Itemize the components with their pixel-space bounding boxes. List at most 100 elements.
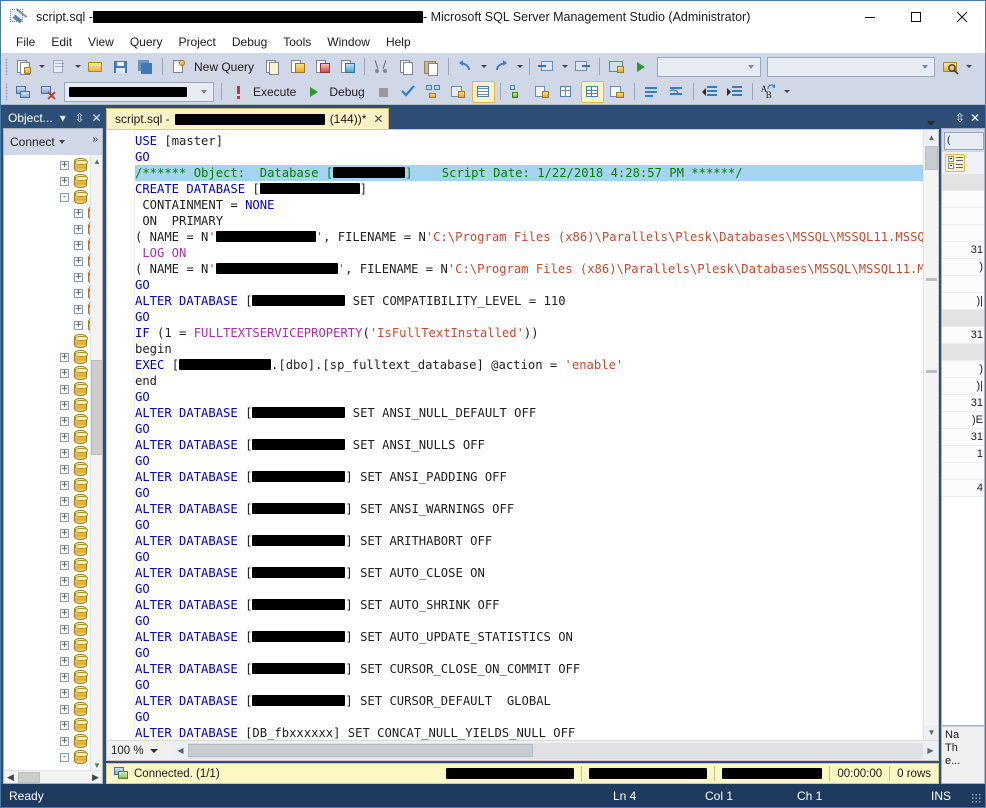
tree-node[interactable]: + bbox=[4, 509, 102, 525]
decrease-indent-icon[interactable] bbox=[699, 81, 722, 103]
new-project-dropdown-icon[interactable] bbox=[36, 56, 47, 78]
expand-icon[interactable]: + bbox=[74, 224, 83, 234]
connect-icon[interactable] bbox=[12, 81, 35, 103]
expand-icon[interactable]: + bbox=[60, 512, 69, 522]
scrollbar-thumb[interactable] bbox=[91, 360, 102, 455]
expand-icon[interactable]: + bbox=[74, 240, 83, 250]
code-line[interactable]: GO bbox=[135, 149, 938, 165]
property-row[interactable]: )E bbox=[942, 412, 984, 429]
properties-combo[interactable]: ( bbox=[944, 131, 984, 150]
query-options-icon[interactable] bbox=[447, 81, 470, 103]
expand-icon[interactable]: + bbox=[74, 304, 83, 314]
overflow-icon[interactable] bbox=[782, 81, 793, 103]
chevron-down-icon[interactable] bbox=[197, 89, 211, 94]
editor-vertical-scrollbar[interactable]: ▲ ▼ bbox=[923, 130, 938, 740]
results-to-grid-icon[interactable] bbox=[580, 80, 604, 103]
code-line[interactable]: ALTER DATABASE [] SET ARITHABORT OFF bbox=[135, 533, 938, 549]
property-row[interactable]: )| bbox=[942, 293, 984, 310]
tree-node[interactable]: + bbox=[4, 477, 102, 493]
expand-icon[interactable]: + bbox=[60, 160, 69, 170]
tree-node[interactable]: + bbox=[4, 717, 102, 733]
minimize-button[interactable] bbox=[847, 1, 893, 32]
collapse-icon[interactable]: - bbox=[60, 752, 69, 762]
expand-icon[interactable]: + bbox=[74, 272, 83, 282]
tree-node[interactable]: + bbox=[4, 653, 102, 669]
include-actual-plan-icon[interactable] bbox=[471, 80, 495, 103]
property-row[interactable] bbox=[942, 174, 984, 191]
code-line[interactable]: IF (1 = FULLTEXTSERVICEPROPERTY('IsFullT… bbox=[135, 325, 938, 341]
new-item-icon[interactable] bbox=[48, 56, 71, 78]
tree-node[interactable]: + bbox=[4, 733, 102, 749]
expand-icon[interactable]: + bbox=[60, 608, 69, 618]
scrollbar-thumb[interactable] bbox=[18, 771, 40, 783]
toolbar-combo-2[interactable] bbox=[767, 56, 936, 77]
scroll-right-icon[interactable]: ▶ bbox=[89, 771, 102, 784]
menu-item-query[interactable]: Query bbox=[122, 33, 171, 52]
connect-dropdown-label[interactable]: Connect bbox=[10, 135, 55, 149]
tree-node[interactable]: + bbox=[4, 541, 102, 557]
property-row[interactable]: ) bbox=[942, 361, 984, 378]
tree-node[interactable]: + bbox=[4, 413, 102, 429]
navigate-backward-icon[interactable] bbox=[535, 56, 558, 78]
execute-marker-icon[interactable] bbox=[227, 81, 250, 103]
chevron-down-icon[interactable] bbox=[149, 748, 158, 753]
code-surface[interactable]: USE [master] GO/****** Object: Database [… bbox=[107, 130, 938, 740]
new-item-dropdown-icon[interactable] bbox=[72, 56, 83, 78]
object-explorer-tree[interactable]: + + - + + + + + + + + + + + + + + + + + + + + + + + + + + + + + + + + + - ▲ … bbox=[3, 155, 103, 784]
tab-script-sql[interactable]: script.sql - (144))* ✕ bbox=[106, 108, 390, 129]
expand-icon[interactable]: + bbox=[60, 560, 69, 570]
redo-icon[interactable] bbox=[490, 56, 513, 78]
menu-item-project[interactable]: Project bbox=[171, 33, 224, 52]
tree-node[interactable]: + bbox=[4, 301, 102, 317]
spell-check-icon[interactable]: A B bbox=[758, 81, 781, 103]
chevron-down-icon[interactable]: ▾ bbox=[56, 111, 69, 125]
menu-item-window[interactable]: Window bbox=[319, 33, 378, 52]
property-row[interactable] bbox=[942, 463, 984, 480]
expand-icon[interactable]: + bbox=[60, 720, 69, 730]
scroll-left-icon[interactable]: ◀ bbox=[4, 771, 17, 784]
new-analysis-query-icon[interactable] bbox=[261, 56, 284, 78]
code-line[interactable]: ALTER DATABASE [] SET AUTO_UPDATE_STATIS… bbox=[135, 629, 938, 645]
display-estimated-plan-icon[interactable] bbox=[422, 81, 445, 103]
property-row[interactable]: 31 bbox=[942, 429, 984, 446]
code-line[interactable]: EXEC [.[dbo].[sp_fulltext_database] @act… bbox=[135, 357, 938, 373]
code-line[interactable]: USE [master] bbox=[135, 133, 938, 149]
scroll-up-icon[interactable]: ▲ bbox=[924, 130, 938, 145]
menu-item-help[interactable]: Help bbox=[378, 33, 419, 52]
tree-node[interactable]: + bbox=[4, 669, 102, 685]
categorized-view-icon[interactable] bbox=[945, 154, 965, 172]
code-line[interactable]: GO bbox=[135, 309, 938, 325]
menu-item-view[interactable]: View bbox=[80, 33, 122, 52]
property-row[interactable]: 31 bbox=[942, 327, 984, 344]
tree-node[interactable]: + bbox=[4, 493, 102, 509]
zoom-control[interactable]: 100 % bbox=[107, 741, 173, 760]
property-row[interactable]: 31 bbox=[942, 242, 984, 259]
scrollbar-thumb[interactable] bbox=[925, 146, 938, 170]
sql-code[interactable]: USE [master] GO/****** Object: Database [… bbox=[135, 133, 938, 740]
results-to-grid-icon2[interactable] bbox=[556, 81, 579, 103]
expand-icon[interactable]: + bbox=[60, 400, 69, 410]
property-row[interactable]: 4 bbox=[942, 480, 984, 497]
code-line[interactable]: ALTER DATABASE [DB_fbxxxxxx] SET CONCAT_… bbox=[135, 725, 938, 740]
code-line[interactable]: GO bbox=[135, 485, 938, 501]
property-row[interactable] bbox=[942, 225, 984, 242]
copy-icon[interactable] bbox=[395, 56, 418, 78]
expand-icon[interactable]: + bbox=[60, 736, 69, 746]
navigate-backward-dropdown-icon[interactable] bbox=[559, 56, 570, 78]
expand-icon[interactable]: + bbox=[60, 416, 69, 426]
overflow-icon[interactable]: » bbox=[92, 134, 98, 145]
expand-icon[interactable]: + bbox=[60, 464, 69, 474]
code-line[interactable]: GO bbox=[135, 677, 938, 693]
results-to-file-icon[interactable] bbox=[606, 81, 629, 103]
code-line[interactable]: GO bbox=[135, 389, 938, 405]
code-line[interactable]: LOG ON bbox=[135, 245, 938, 261]
property-row[interactable]: ) bbox=[942, 259, 984, 276]
comment-icon[interactable] bbox=[640, 81, 663, 103]
code-line[interactable]: begin bbox=[135, 341, 938, 357]
scroll-right-icon[interactable]: ▶ bbox=[923, 742, 938, 759]
collapse-icon[interactable]: - bbox=[60, 192, 69, 202]
code-line[interactable]: CONTAINMENT = NONE bbox=[135, 197, 938, 213]
tree-node[interactable]: + bbox=[4, 637, 102, 653]
expand-icon[interactable]: + bbox=[60, 384, 69, 394]
chevron-down-icon[interactable] bbox=[744, 64, 758, 69]
